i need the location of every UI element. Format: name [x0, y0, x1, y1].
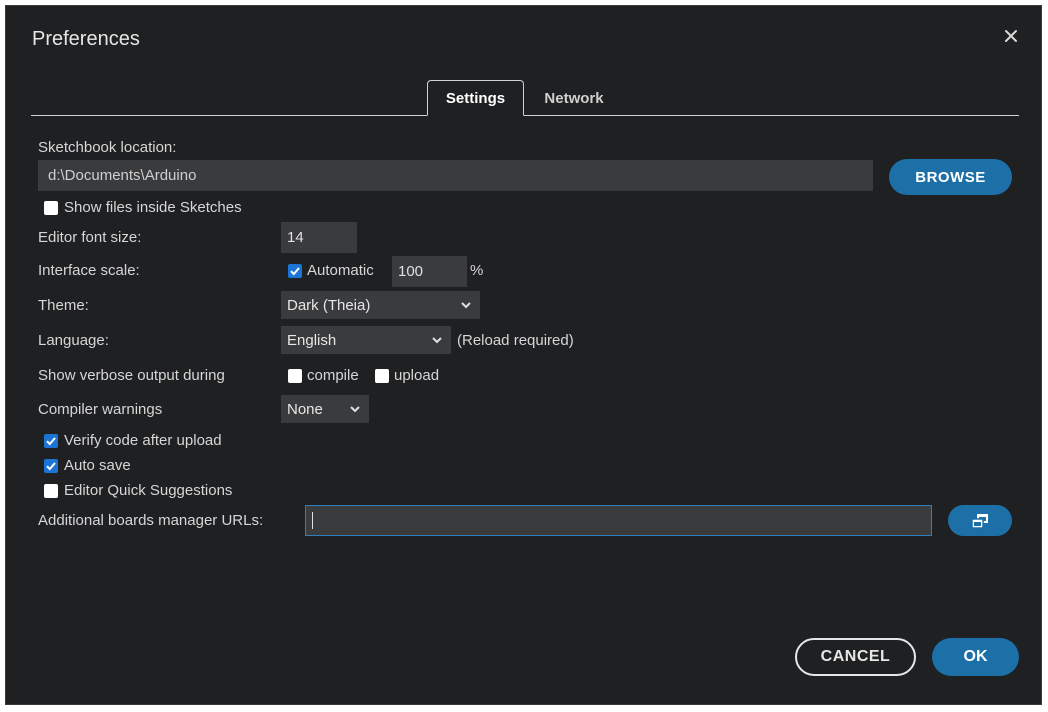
sketchbook-location-input[interactable]: d:\Documents\Arduino: [38, 160, 873, 191]
dialog-title: Preferences: [32, 28, 140, 50]
sketchbook-location-label: Sketchbook location:: [38, 139, 177, 156]
show-files-label: Show files inside Sketches: [64, 199, 242, 216]
theme-label: Theme:: [38, 297, 89, 314]
interface-scale-input[interactable]: 100: [392, 256, 467, 287]
tabs-divider: [31, 115, 1019, 116]
boards-urls-label: Additional boards manager URLs:: [38, 512, 264, 529]
text-caret: [312, 512, 313, 529]
boards-urls-input[interactable]: [305, 505, 932, 536]
upload-checkbox[interactable]: [375, 369, 389, 383]
auto-save-label: Auto save: [64, 457, 131, 474]
chevron-down-icon: [461, 302, 471, 309]
open-window-button[interactable]: [948, 505, 1012, 536]
verbose-output-label: Show verbose output during: [38, 367, 225, 384]
automatic-label: Automatic: [307, 262, 374, 279]
editor-font-size-input[interactable]: 14: [281, 222, 357, 253]
chevron-down-icon: [432, 337, 442, 344]
preferences-dialog: Preferences Settings Network Sketchbook …: [5, 5, 1042, 705]
compiler-warnings-value: None: [287, 400, 323, 418]
theme-select-value: Dark (Theia): [287, 296, 371, 314]
close-icon[interactable]: [999, 24, 1023, 48]
compile-label: compile: [307, 367, 359, 384]
quick-suggestions-checkbox[interactable]: [44, 484, 58, 498]
tab-settings[interactable]: Settings: [427, 80, 524, 116]
show-files-checkbox[interactable]: [44, 201, 58, 215]
compile-checkbox[interactable]: [288, 369, 302, 383]
theme-select[interactable]: Dark (Theia): [281, 291, 480, 319]
language-select[interactable]: English: [281, 326, 451, 354]
open-window-icon: [971, 513, 988, 529]
verify-code-label: Verify code after upload: [64, 432, 222, 449]
editor-font-size-label: Editor font size:: [38, 229, 142, 246]
reload-required-note: (Reload required): [457, 332, 574, 349]
chevron-down-icon: [350, 406, 360, 413]
automatic-checkbox[interactable]: [288, 264, 302, 278]
quick-suggestions-label: Editor Quick Suggestions: [64, 482, 233, 499]
ok-button[interactable]: OK: [932, 638, 1019, 676]
verify-code-checkbox[interactable]: [44, 434, 58, 448]
tab-network[interactable]: Network: [529, 80, 619, 116]
compiler-warnings-label: Compiler warnings: [38, 401, 163, 418]
percent-unit: %: [470, 262, 484, 279]
browse-button[interactable]: BROWSE: [889, 159, 1012, 195]
cancel-button[interactable]: CANCEL: [795, 638, 916, 676]
auto-save-checkbox[interactable]: [44, 459, 58, 473]
compiler-warnings-select[interactable]: None: [281, 395, 369, 423]
language-select-value: English: [287, 331, 337, 349]
language-label: Language:: [38, 332, 109, 349]
upload-label: upload: [394, 367, 440, 384]
interface-scale-label: Interface scale:: [38, 262, 140, 279]
